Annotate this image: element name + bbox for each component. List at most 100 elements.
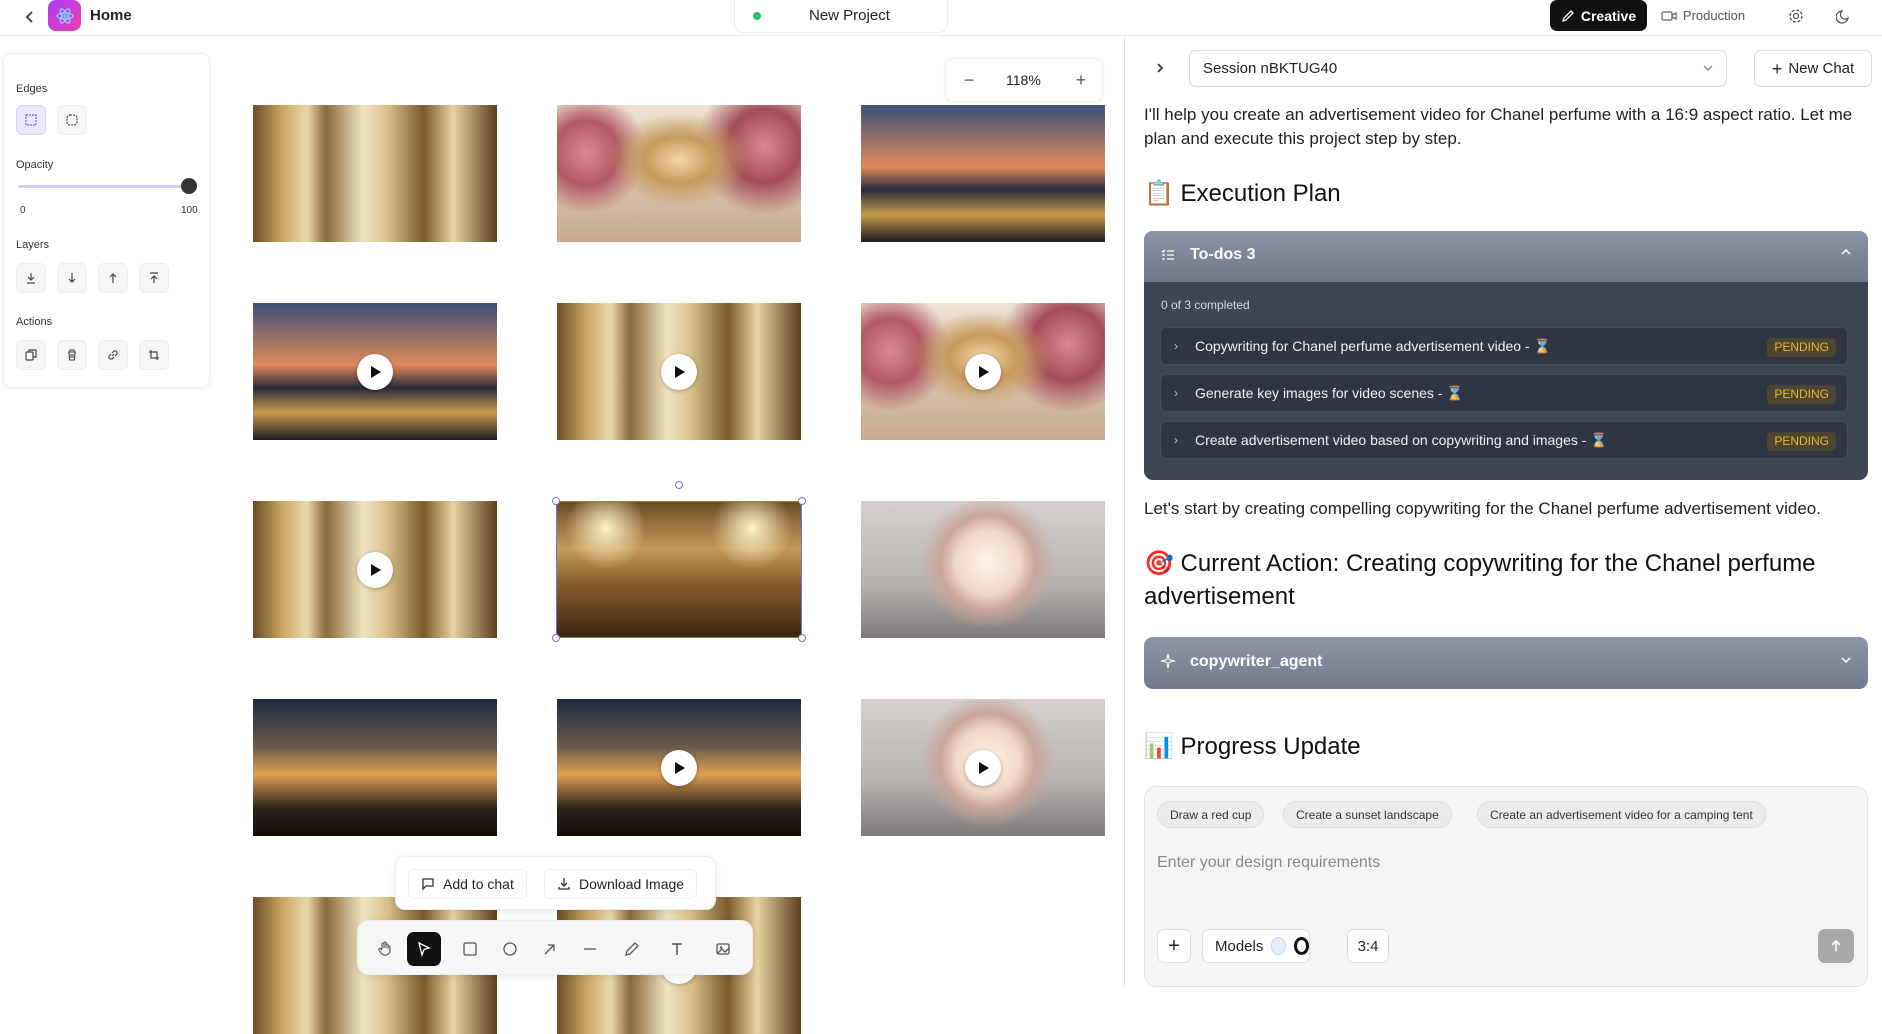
- canvas-image[interactable]: [861, 105, 1105, 242]
- rounded-edges-button[interactable]: [57, 105, 87, 135]
- arrow-up-icon: [1831, 939, 1841, 951]
- image-tool-icon[interactable]: [706, 932, 740, 966]
- opacity-slider-track[interactable]: [18, 185, 190, 188]
- chevron-right-icon: ›: [1174, 339, 1178, 353]
- canvas-video[interactable]: [861, 699, 1105, 836]
- canvas-image[interactable]: [253, 105, 497, 242]
- models-button[interactable]: Models: [1202, 929, 1310, 963]
- pencil-tool-icon[interactable]: [615, 932, 649, 966]
- todos-header[interactable]: To-dos 3: [1144, 231, 1868, 282]
- suggestion-chip[interactable]: Draw a red cup: [1157, 801, 1265, 828]
- square-edges-button[interactable]: [16, 105, 46, 135]
- send-backward-button[interactable]: [57, 263, 87, 293]
- resize-handle-bottom-right[interactable]: [798, 634, 806, 642]
- app-logo[interactable]: [48, 0, 81, 31]
- chevron-down-icon: [1702, 61, 1714, 79]
- chevron-right-icon: ›: [1174, 433, 1178, 447]
- play-icon[interactable]: [357, 551, 393, 588]
- zoom-in-button[interactable]: +: [1070, 69, 1092, 91]
- chevron-down-icon[interactable]: [1840, 653, 1852, 671]
- resize-handle-top-right[interactable]: [798, 497, 806, 505]
- suggestion-chip[interactable]: Create an advertisement video for a camp…: [1477, 801, 1766, 828]
- opacity-slider-thumb[interactable]: [181, 178, 197, 194]
- download-image-button[interactable]: Download Image: [544, 869, 698, 899]
- line-tool-icon[interactable]: [573, 932, 607, 966]
- creative-mode-button[interactable]: Creative: [1550, 0, 1647, 31]
- send-button[interactable]: [1818, 929, 1854, 963]
- back-chevron-icon[interactable]: [18, 5, 42, 29]
- pencil-icon: [1561, 9, 1574, 22]
- select-pointer-icon[interactable]: [407, 932, 441, 966]
- todo-item[interactable]: › Copywriting for Chanel perfume adverti…: [1160, 327, 1848, 365]
- rotate-handle[interactable]: [675, 481, 683, 489]
- new-chat-button[interactable]: + New Chat: [1754, 50, 1872, 87]
- plus-icon: +: [1771, 58, 1783, 79]
- settings-gear-icon[interactable]: [1784, 4, 1808, 28]
- resize-handle-top-left[interactable]: [552, 497, 560, 505]
- zoom-out-button[interactable]: −: [958, 69, 980, 91]
- canvas-image[interactable]: [861, 501, 1105, 638]
- agent-card[interactable]: copywriter_agent: [1144, 637, 1868, 689]
- canvas-image[interactable]: [557, 105, 801, 242]
- arrow-down-icon: [68, 273, 76, 283]
- todo-item[interactable]: › Generate key images for video scenes -…: [1160, 374, 1848, 412]
- canvas-video[interactable]: [557, 303, 801, 440]
- todo-text: Create advertisement video based on copy…: [1195, 432, 1608, 448]
- todo-text: Copywriting for Chanel perfume advertise…: [1195, 338, 1551, 354]
- play-icon[interactable]: [965, 353, 1001, 390]
- chevron-up-icon[interactable]: [1840, 245, 1852, 263]
- aspect-ratio-button[interactable]: 3:4: [1347, 929, 1389, 963]
- production-mode-button[interactable]: Production: [1653, 0, 1753, 31]
- play-icon[interactable]: [357, 353, 393, 390]
- add-attachment-button[interactable]: +: [1157, 929, 1191, 963]
- home-link[interactable]: Home: [90, 7, 132, 24]
- duplicate-button[interactable]: [16, 340, 46, 370]
- selection-frame: [552, 481, 806, 642]
- agent-name: copywriter_agent: [1190, 653, 1323, 670]
- opacity-min: 0: [20, 205, 26, 216]
- design-requirements-input[interactable]: Enter your design requirements: [1157, 854, 1380, 872]
- canvas-video[interactable]: [861, 303, 1105, 440]
- text-tool-icon[interactable]: [660, 932, 694, 966]
- canvas-video[interactable]: [253, 501, 497, 638]
- current-action-heading: 🎯 Current Action: Creating copywriting f…: [1144, 550, 1816, 610]
- canvas-video[interactable]: [557, 699, 801, 836]
- canvas-image[interactable]: [253, 699, 497, 836]
- canvas-video[interactable]: [253, 303, 497, 440]
- rectangle-tool-icon[interactable]: [453, 932, 487, 966]
- bring-forward-button[interactable]: [98, 263, 128, 293]
- play-icon[interactable]: [661, 353, 697, 390]
- add-to-chat-label: Add to chat: [443, 876, 514, 892]
- play-icon[interactable]: [661, 749, 697, 786]
- session-select[interactable]: Session nBKTUG40: [1189, 50, 1727, 87]
- hand-tool-icon[interactable]: [368, 932, 402, 966]
- todo-item[interactable]: › Create advertisement video based on co…: [1160, 421, 1848, 459]
- model-avatar-icon: [1271, 937, 1286, 955]
- assistant-start-message: Let's start by creating compelling copyw…: [1144, 499, 1821, 518]
- project-title[interactable]: New Project: [734, 0, 948, 33]
- panel-divider[interactable]: [1124, 36, 1125, 987]
- square-corner-icon: [25, 114, 37, 126]
- sparkle-icon: [1160, 653, 1176, 674]
- add-to-chat-button[interactable]: Add to chat: [408, 869, 527, 899]
- todos-card: To-dos 3 0 of 3 completed › Copywriting …: [1144, 231, 1868, 480]
- dark-mode-moon-icon[interactable]: [1832, 4, 1856, 28]
- delete-button[interactable]: [57, 340, 87, 370]
- zoom-level[interactable]: 118%: [1006, 72, 1041, 88]
- link-icon: [108, 350, 118, 360]
- link-button[interactable]: [98, 340, 128, 370]
- ellipse-tool-icon[interactable]: [493, 932, 527, 966]
- play-icon[interactable]: [965, 749, 1001, 786]
- project-name[interactable]: New Project: [809, 7, 890, 24]
- checklist-icon: [1160, 247, 1176, 268]
- image-action-bar: Add to chat Download Image: [395, 856, 716, 910]
- actions-label: Actions: [16, 316, 53, 328]
- resize-handle-bottom-left[interactable]: [552, 634, 560, 642]
- suggestion-chip[interactable]: Create a sunset landscape: [1283, 801, 1452, 828]
- send-to-back-button[interactable]: [16, 263, 46, 293]
- collapse-panel-chevron-icon[interactable]: [1148, 56, 1172, 80]
- rounded-corner-icon: [66, 114, 78, 126]
- arrow-tool-icon[interactable]: [533, 932, 567, 966]
- bring-to-front-button[interactable]: [139, 263, 169, 293]
- crop-button[interactable]: [139, 340, 169, 370]
